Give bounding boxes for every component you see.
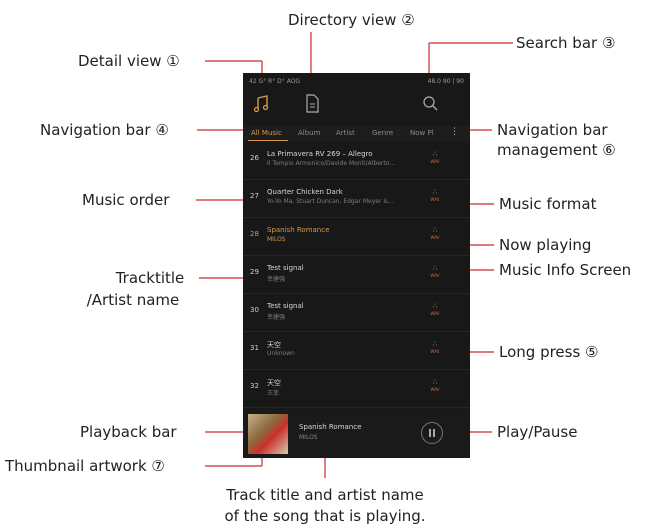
play-pause-button[interactable] (421, 422, 443, 444)
more-icon: ∴ (432, 340, 438, 348)
label-directory-view: Directory view ② (288, 11, 415, 29)
track-row[interactable]: 31 天空 Unknown ∴ WAV (243, 331, 470, 370)
more-icon: ∴ (432, 302, 438, 310)
track-title: 天空 (267, 341, 281, 349)
more-icon: ∴ (432, 226, 438, 234)
tab-album[interactable]: Album (298, 129, 320, 137)
label-tracktitle-2: /Artist name (86, 291, 180, 309)
label-detail-view: Detail view ① (78, 52, 180, 70)
track-number: 31 (250, 344, 259, 352)
music-info-button[interactable]: ∴ WAV (428, 151, 442, 166)
track-title: Test signal (267, 264, 304, 272)
track-number: 30 (250, 306, 259, 314)
more-vertical-icon[interactable]: ⋮ (450, 127, 459, 137)
music-note-icon[interactable] (249, 91, 275, 117)
track-number: 28 (250, 230, 259, 238)
music-info-button[interactable]: ∴ WAV (428, 303, 442, 318)
track-row[interactable]: 32 天空 王菲 ∴ WAV (243, 369, 470, 408)
format-badge: WAV (430, 311, 440, 316)
status-left: 42 G° R° D° AOG (249, 78, 301, 85)
track-artist: 王菲 (267, 390, 280, 397)
label-play-pause: Play/Pause (497, 423, 578, 441)
music-info-button[interactable]: ∴ WAV (428, 189, 442, 204)
label-tracktitle-1: Tracktitle (115, 269, 185, 287)
format-badge: WAV (430, 273, 440, 278)
track-artist: 幸建强 (267, 314, 286, 321)
tab-genre[interactable]: Genre (372, 129, 393, 137)
thumbnail-artwork[interactable] (248, 414, 288, 454)
track-artist: Unknown (267, 350, 295, 357)
track-artist: Yo-Yo Ma, Stuart Duncan, Edgar Meyer &..… (267, 198, 394, 205)
track-number: 26 (250, 154, 259, 162)
label-now-playing: Now playing (499, 236, 592, 254)
more-icon: ∴ (432, 378, 438, 386)
label-track-title-1: Track title and artist name (226, 486, 424, 504)
search-icon[interactable] (418, 91, 444, 117)
pause-icon (429, 429, 431, 437)
format-badge: WAV (430, 235, 440, 240)
track-row[interactable]: 27 Quarter Chicken Dark Yo-Yo Ma, Stuart… (243, 179, 470, 218)
track-row-now-playing[interactable]: 28 Spanish Romance MILOS ∴ WAV (243, 217, 470, 256)
label-music-order: Music order (82, 191, 170, 209)
tab-all-music[interactable]: All Music (251, 129, 282, 137)
track-row[interactable]: 26 La Primavera RV 269 – Allegro Il Temp… (243, 141, 470, 180)
format-badge: WAV (430, 197, 440, 202)
more-icon: ∴ (432, 264, 438, 272)
track-number: 32 (250, 382, 259, 390)
label-navigation-bar: Navigation bar ④ (40, 121, 169, 139)
playback-bar[interactable]: Spanish Romance MILOS (243, 410, 470, 458)
label-long-press: Long press ⑤ (499, 343, 599, 361)
track-artist: MILOS (267, 236, 286, 243)
track-number: 29 (250, 268, 259, 276)
track-title: Spanish Romance (267, 226, 330, 234)
label-nav-management-2: management ⑥ (497, 141, 616, 159)
track-row[interactable]: 29 Test signal 幸建强 ∴ WAV (243, 255, 470, 294)
now-playing-title: Spanish Romance (299, 423, 362, 431)
now-playing-artist: MILOS (299, 434, 318, 441)
label-music-format: Music format (499, 195, 597, 213)
document-icon[interactable] (299, 91, 325, 117)
track-artist: 幸建强 (267, 276, 286, 283)
label-thumbnail-artwork: Thumbnail artwork ⑦ (5, 457, 165, 475)
status-bar: 42 G° R° D° AOG 48.0 90 | 90 (243, 73, 470, 91)
format-badge: WAV (430, 387, 440, 392)
label-nav-management-1: Navigation bar (497, 121, 608, 139)
music-info-button[interactable]: ∴ WAV (428, 379, 442, 394)
label-track-title-2: of the song that is playing. (224, 507, 426, 525)
tab-artist[interactable]: Artist (336, 129, 355, 137)
track-artist: Il Tempio Armonico/Davide Monti/Alberto.… (267, 160, 396, 167)
tab-now-playing[interactable]: Now Pl (410, 129, 434, 137)
music-info-button[interactable]: ∴ WAV (428, 265, 442, 280)
navigation-bar: All Music Album Artist Genre Now Pl ⋮ (243, 126, 470, 141)
label-search-bar: Search bar ③ (516, 34, 616, 52)
track-number: 27 (250, 192, 259, 200)
track-row[interactable]: 30 Test signal 幸建强 ∴ WAV (243, 293, 470, 332)
more-icon: ∴ (432, 188, 438, 196)
format-badge: WAV (430, 159, 440, 164)
music-info-button[interactable]: ∴ WAV (428, 227, 442, 242)
pause-icon (433, 429, 435, 437)
more-icon: ∴ (432, 150, 438, 158)
track-title: La Primavera RV 269 – Allegro (267, 150, 373, 158)
top-bar (243, 91, 470, 119)
phone-screen: 42 G° R° D° AOG 48.0 90 | 90 All Music A… (243, 73, 470, 458)
track-title: Test signal (267, 302, 304, 310)
label-music-info-screen: Music Info Screen (499, 261, 632, 279)
track-title: 天空 (267, 379, 281, 387)
track-title: Quarter Chicken Dark (267, 188, 343, 196)
format-badge: WAV (430, 349, 440, 354)
music-info-button[interactable]: ∴ WAV (428, 341, 442, 356)
label-playback-bar: Playback bar (80, 423, 177, 441)
status-right: 48.0 90 | 90 (427, 78, 464, 85)
